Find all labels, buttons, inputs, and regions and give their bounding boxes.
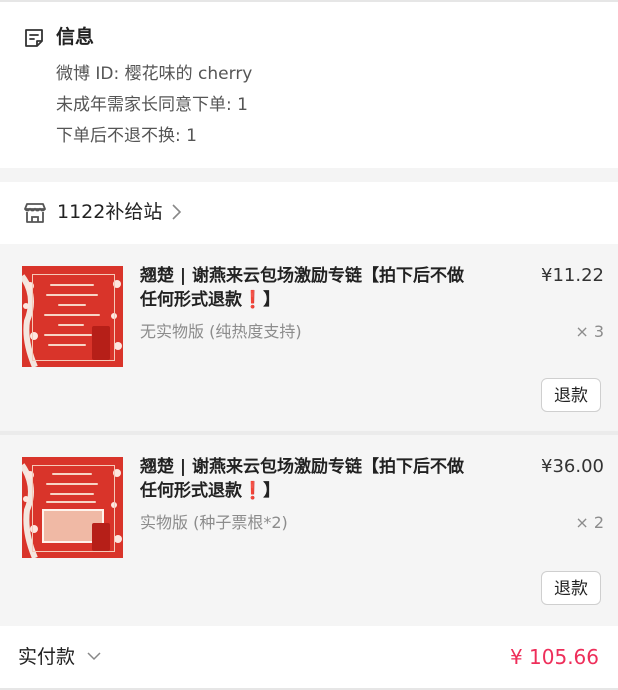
payment-summary[interactable]: 实付款 ¥ 105.66 — [0, 626, 618, 690]
product-price: ¥11.22 — [541, 265, 604, 286]
note-icon — [25, 29, 43, 47]
order-item[interactable]: 翘楚 | 谢燕来云包场激励专链【拍下后不做任何形式退款❗】 ¥11.22 无实物… — [0, 244, 618, 430]
shop-name: 1122补给站 — [57, 201, 163, 223]
product-quantity: × 3 — [575, 322, 604, 341]
store-icon — [24, 203, 46, 223]
product-variant: 实物版 (种子票根*2) — [140, 513, 288, 532]
shop-row[interactable]: 1122补给站 — [0, 182, 618, 244]
total-amount: ¥ 105.66 — [509, 645, 599, 669]
product-price: ¥36.00 — [541, 456, 604, 477]
refund-button[interactable]: 退款 — [541, 571, 601, 605]
info-title: 信息 — [56, 26, 95, 48]
info-line-weibo-id: 微博 ID: 樱花味的 cherry — [56, 64, 253, 84]
product-title[interactable]: 翘楚 | 谢燕来云包场激励专链【拍下后不做任何形式退款❗】 — [140, 455, 470, 503]
refund-button[interactable]: 退款 — [541, 378, 601, 412]
product-thumbnail — [22, 266, 123, 367]
total-label: 实付款 — [18, 646, 76, 668]
info-line-no-refund: 下单后不退不换: 1 — [56, 126, 197, 146]
product-title[interactable]: 翘楚 | 谢燕来云包场激励专链【拍下后不做任何形式退款❗】 — [140, 264, 470, 312]
chevron-down-icon[interactable] — [86, 648, 102, 664]
product-quantity: × 2 — [575, 513, 604, 532]
chevron-right-icon — [172, 204, 182, 220]
order-item[interactable]: 翘楚 | 谢燕来云包场激励专链【拍下后不做任何形式退款❗】 ¥36.00 实物版… — [0, 435, 618, 626]
product-thumbnail — [22, 457, 123, 558]
info-line-minor-consent: 未成年需家长同意下单: 1 — [56, 95, 248, 115]
product-variant: 无实物版 (纯热度支持) — [140, 322, 302, 341]
info-section: 信息 微博 ID: 樱花味的 cherry 未成年需家长同意下单: 1 下单后不… — [0, 2, 618, 168]
